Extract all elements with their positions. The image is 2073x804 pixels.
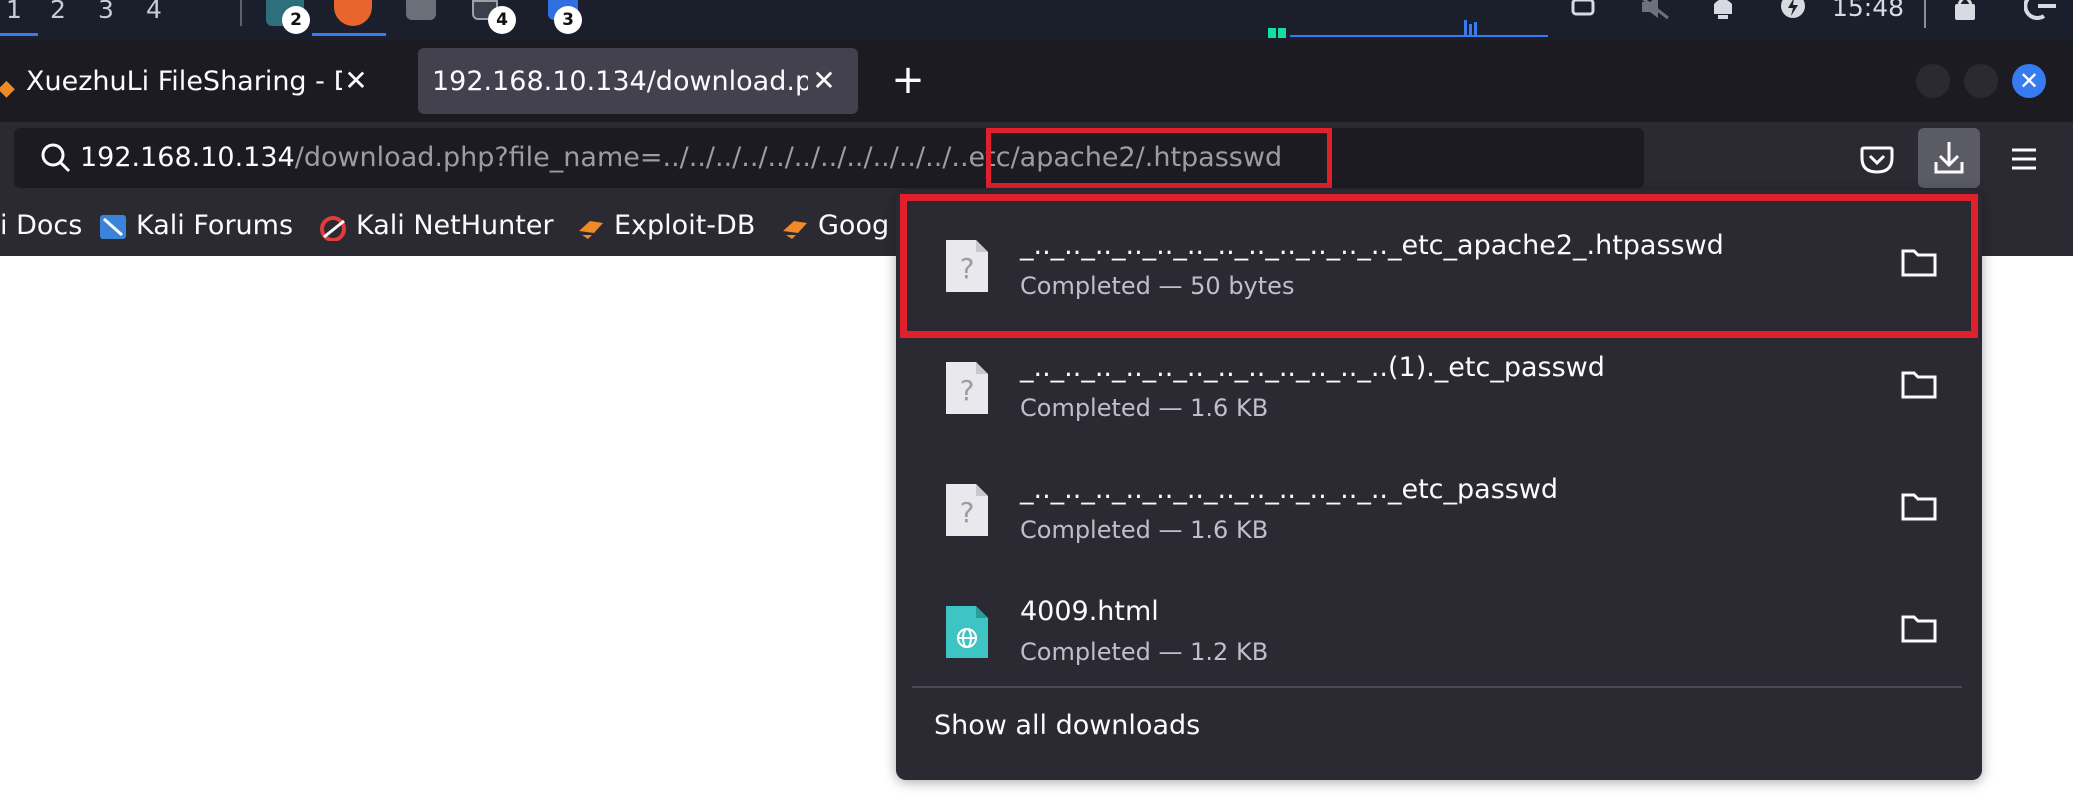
hamburger-menu-icon[interactable] bbox=[2000, 134, 2050, 184]
bookmark-exploit-db[interactable]: Exploit-DB bbox=[576, 210, 755, 241]
logout-icon[interactable] bbox=[2023, 0, 2058, 20]
cpu-graph bbox=[1268, 20, 1548, 38]
volume-muted-icon[interactable] bbox=[1638, 0, 1672, 20]
window-count-badge: 2 bbox=[282, 6, 310, 34]
bookmark-label: Goog bbox=[818, 210, 890, 241]
url-highlight-box bbox=[986, 128, 1332, 188]
html-file-icon bbox=[946, 606, 988, 658]
close-tab-icon[interactable]: ✕ bbox=[808, 64, 840, 98]
pocket-icon[interactable] bbox=[1852, 134, 1902, 184]
close-window-button[interactable]: ✕ bbox=[2012, 64, 2046, 98]
open-folder-icon[interactable] bbox=[1900, 612, 1938, 644]
minimize-button[interactable] bbox=[1916, 64, 1950, 98]
tab-title: XuezhuLi FileSharing - Dir bbox=[26, 66, 342, 97]
workspace-3[interactable]: 3 bbox=[98, 0, 114, 20]
downloads-button[interactable] bbox=[1918, 128, 1980, 188]
exploit-db-icon bbox=[579, 220, 603, 239]
window-count-badge: 4 bbox=[488, 6, 516, 34]
bookmark-kali-docs[interactable]: i Docs bbox=[0, 210, 82, 241]
open-folder-icon[interactable] bbox=[1900, 368, 1938, 400]
tool-app-icon[interactable] bbox=[406, 0, 436, 20]
download-item[interactable]: ? _.._.._.._.._.._.._.._.._.._.._.._.._e… bbox=[910, 444, 1968, 564]
unknown-file-icon: ? bbox=[946, 484, 988, 536]
download-filename: _.._.._.._.._.._.._.._.._.._.._.._..(1).… bbox=[1020, 352, 1605, 383]
system-panel: 1 2 3 4 2 4 3 15:48 bbox=[0, 0, 2073, 40]
bookmark-google-hacking[interactable]: Goog bbox=[780, 210, 889, 241]
url-bar[interactable]: 192.168.10.134/download.php?file_name=..… bbox=[14, 128, 1644, 188]
url-path: /download.php?file_name=../../../../../.… bbox=[294, 142, 969, 173]
clock: 15:48 bbox=[1832, 0, 1905, 22]
download-highlight-box bbox=[900, 194, 1978, 338]
download-status: Completed — 1.2 KB bbox=[1020, 638, 1269, 666]
window-count-badge: 3 bbox=[554, 6, 582, 34]
firefox-app-icon[interactable] bbox=[334, 0, 372, 26]
active-workspace-indicator bbox=[0, 33, 38, 36]
search-icon bbox=[41, 143, 71, 173]
workspace-1[interactable]: 1 bbox=[6, 0, 22, 20]
tab-download-php[interactable]: 192.168.10.134/download.php ✕ bbox=[418, 48, 858, 114]
unknown-file-icon: ? bbox=[946, 362, 988, 414]
panel-separator bbox=[240, 0, 242, 26]
bookmark-label: Kali NetHunter bbox=[356, 210, 554, 241]
maximize-button[interactable] bbox=[1964, 64, 1998, 98]
active-app-indicator bbox=[312, 33, 386, 36]
google-hacking-db-icon bbox=[783, 220, 807, 239]
download-item[interactable]: ? _.._.._.._.._.._.._.._.._.._.._.._..(1… bbox=[910, 322, 1968, 442]
kali-forums-icon bbox=[100, 214, 126, 239]
network-icon[interactable] bbox=[1566, 0, 1600, 20]
tab-title: 192.168.10.134/download.php bbox=[432, 66, 808, 97]
svg-text:?: ? bbox=[960, 374, 975, 407]
tab-filesharing[interactable]: ◆ XuezhuLi FileSharing - Dir ✕ bbox=[0, 48, 400, 114]
kali-favicon-icon: ◆ bbox=[0, 76, 15, 101]
lock-icon[interactable] bbox=[1948, 0, 1982, 20]
bookmark-kali-nethunter[interactable]: Kali NetHunter bbox=[318, 210, 554, 241]
panel-separator bbox=[1924, 0, 1926, 28]
screen: 1 2 3 4 2 4 3 15:48 ◆ XuezhuLi FileShari… bbox=[0, 0, 2073, 804]
bookmark-kali-forums[interactable]: Kali Forums bbox=[98, 210, 293, 241]
workspace-4[interactable]: 4 bbox=[146, 0, 162, 20]
tab-strip: ◆ XuezhuLi FileSharing - Dir ✕ 192.168.1… bbox=[0, 40, 2073, 122]
bookmark-label: Kali Forums bbox=[136, 210, 294, 241]
nethunter-icon bbox=[320, 215, 346, 241]
download-arrow-icon bbox=[1934, 142, 1964, 174]
bookmark-label: Exploit-DB bbox=[614, 210, 756, 241]
power-icon[interactable] bbox=[1776, 0, 1810, 20]
url-host: 192.168.10.134 bbox=[80, 142, 295, 173]
download-item[interactable]: 4009.html Completed — 1.2 KB bbox=[910, 566, 1968, 686]
download-filename: _.._.._.._.._.._.._.._.._.._.._.._.._etc… bbox=[1020, 474, 1559, 505]
notification-bell-icon[interactable] bbox=[1706, 0, 1740, 20]
bookmark-label: i Docs bbox=[0, 210, 83, 241]
svg-text:?: ? bbox=[960, 496, 975, 529]
show-all-downloads-button[interactable]: Show all downloads bbox=[934, 710, 1200, 741]
download-status: Completed — 1.6 KB bbox=[1020, 394, 1269, 422]
close-tab-icon[interactable]: ✕ bbox=[340, 64, 372, 98]
download-filename: 4009.html bbox=[1020, 596, 1159, 627]
workspace-2[interactable]: 2 bbox=[50, 0, 66, 20]
download-status: Completed — 1.6 KB bbox=[1020, 516, 1269, 544]
open-folder-icon[interactable] bbox=[1900, 490, 1938, 522]
panel-divider bbox=[912, 686, 1962, 688]
new-tab-button[interactable]: + bbox=[884, 60, 932, 102]
